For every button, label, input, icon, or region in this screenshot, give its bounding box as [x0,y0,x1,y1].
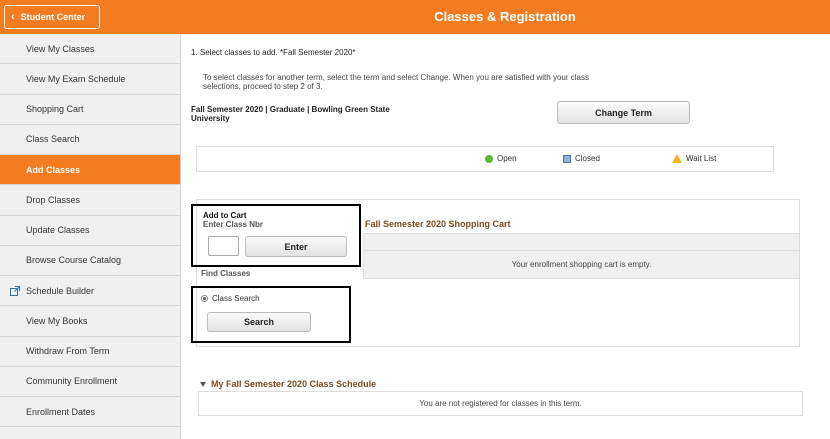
external-link-icon [10,285,20,296]
caret-down-icon [200,381,206,387]
sidebar-item-drop-classes[interactable]: Drop Classes [0,185,180,216]
legend-closed-label: Closed [575,154,600,163]
sidebar-item-enrollment-dates[interactable]: Enrollment Dates [0,397,180,428]
main-content: 1. Select classes to add. *Fall Semester… [181,34,830,439]
legend-open: Open [485,154,517,163]
back-button-label: Student Center [20,12,86,22]
sidebar-item-view-my-exam-schedule[interactable]: View My Exam Schedule [0,64,180,95]
status-legend: Open Closed Wait List [196,146,774,172]
find-classes-label: Find Classes [201,269,251,278]
add-to-cart-title: Add to Cart [203,211,247,220]
step-instruction: 1. Select classes to add. *Fall Semester… [191,48,356,57]
radio-selected-icon[interactable] [201,295,208,302]
sidebar-item-label: View My Books [26,315,88,326]
sidebar-item-label: View My Exam Schedule [26,73,126,84]
shopping-cart-empty-message: Your enrollment shopping cart is empty. [363,250,800,279]
term-instructions: To select classes for another term, sele… [203,73,589,91]
chevron-left-icon: ‹ [11,10,15,23]
sidebar-item-label: Add Classes [26,164,81,175]
sidebar-item-update-classes[interactable]: Update Classes [0,216,180,246]
page-title: Classes & Registration [434,9,576,24]
sidebar-item-label: Community Enrollment [26,376,118,387]
search-button[interactable]: Search [207,312,311,332]
term-info: Fall Semester 2020 | Graduate | Bowling … [191,105,390,123]
top-bar: ‹ Student Center Classes & Registration [0,0,830,34]
shopping-cart-header [363,233,800,250]
enter-class-nbr-label: Enter Class Nbr [203,220,264,229]
add-to-cart-box: Add to Cart Enter Class Nbr Enter [191,204,361,267]
sidebar-item-schedule-builder[interactable]: Schedule Builder [0,276,180,307]
class-search-radio-label: Class Search [212,294,260,303]
legend-closed: Closed [563,154,600,163]
shopping-cart-title: Fall Semester 2020 Shopping Cart [365,219,511,229]
sidebar-item-view-my-books[interactable]: View My Books [0,306,180,337]
legend-open-label: Open [497,154,517,163]
closed-status-icon [563,154,571,163]
sidebar-item-label: View My Classes [26,43,95,54]
class-number-input[interactable] [208,236,239,256]
enter-button[interactable]: Enter [245,236,347,257]
wait-list-status-icon [672,154,682,163]
class-search-box: Class Search Search [191,286,351,343]
class-search-radio[interactable]: Class Search [201,294,260,303]
sidebar-item-label: Browse Course Catalog [26,255,122,266]
sidebar-item-shopping-cart[interactable]: Shopping Cart [0,95,180,125]
sidebar-item-class-search[interactable]: Class Search [0,125,180,155]
legend-wait-list-label: Wait List [686,154,717,163]
sidebar-item-view-my-classes[interactable]: View My Classes [0,34,180,65]
sidebar-nav: View My Classes View My Exam Schedule Sh… [0,34,181,439]
schedule-title: My Fall Semester 2020 Class Schedule [211,379,377,389]
sidebar-item-label: Update Classes [26,225,90,236]
change-term-button[interactable]: Change Term [557,101,690,124]
sidebar-item-label: Drop Classes [26,194,81,205]
sidebar-item-label: Shopping Cart [26,104,84,115]
schedule-message: You are not registered for classes in th… [198,391,803,416]
sidebar-item-withdraw-from-term[interactable]: Withdraw From Term [0,337,180,367]
sidebar-item-label: Withdraw From Term [26,346,110,357]
sidebar-item-add-classes[interactable]: Add Classes [0,155,180,186]
schedule-section-toggle[interactable]: My Fall Semester 2020 Class Schedule [200,379,376,389]
open-status-icon [485,154,493,163]
sidebar-item-label: Schedule Builder [26,285,95,296]
sidebar-item-browse-course-catalog[interactable]: Browse Course Catalog [0,246,180,276]
sidebar-item-community-enrollment[interactable]: Community Enrollment [0,367,180,397]
sidebar-item-label: Enrollment Dates [26,406,96,417]
legend-wait-list: Wait List [672,154,716,163]
sidebar-item-label: Class Search [26,134,80,145]
student-center-back-button[interactable]: ‹ Student Center [4,5,100,29]
